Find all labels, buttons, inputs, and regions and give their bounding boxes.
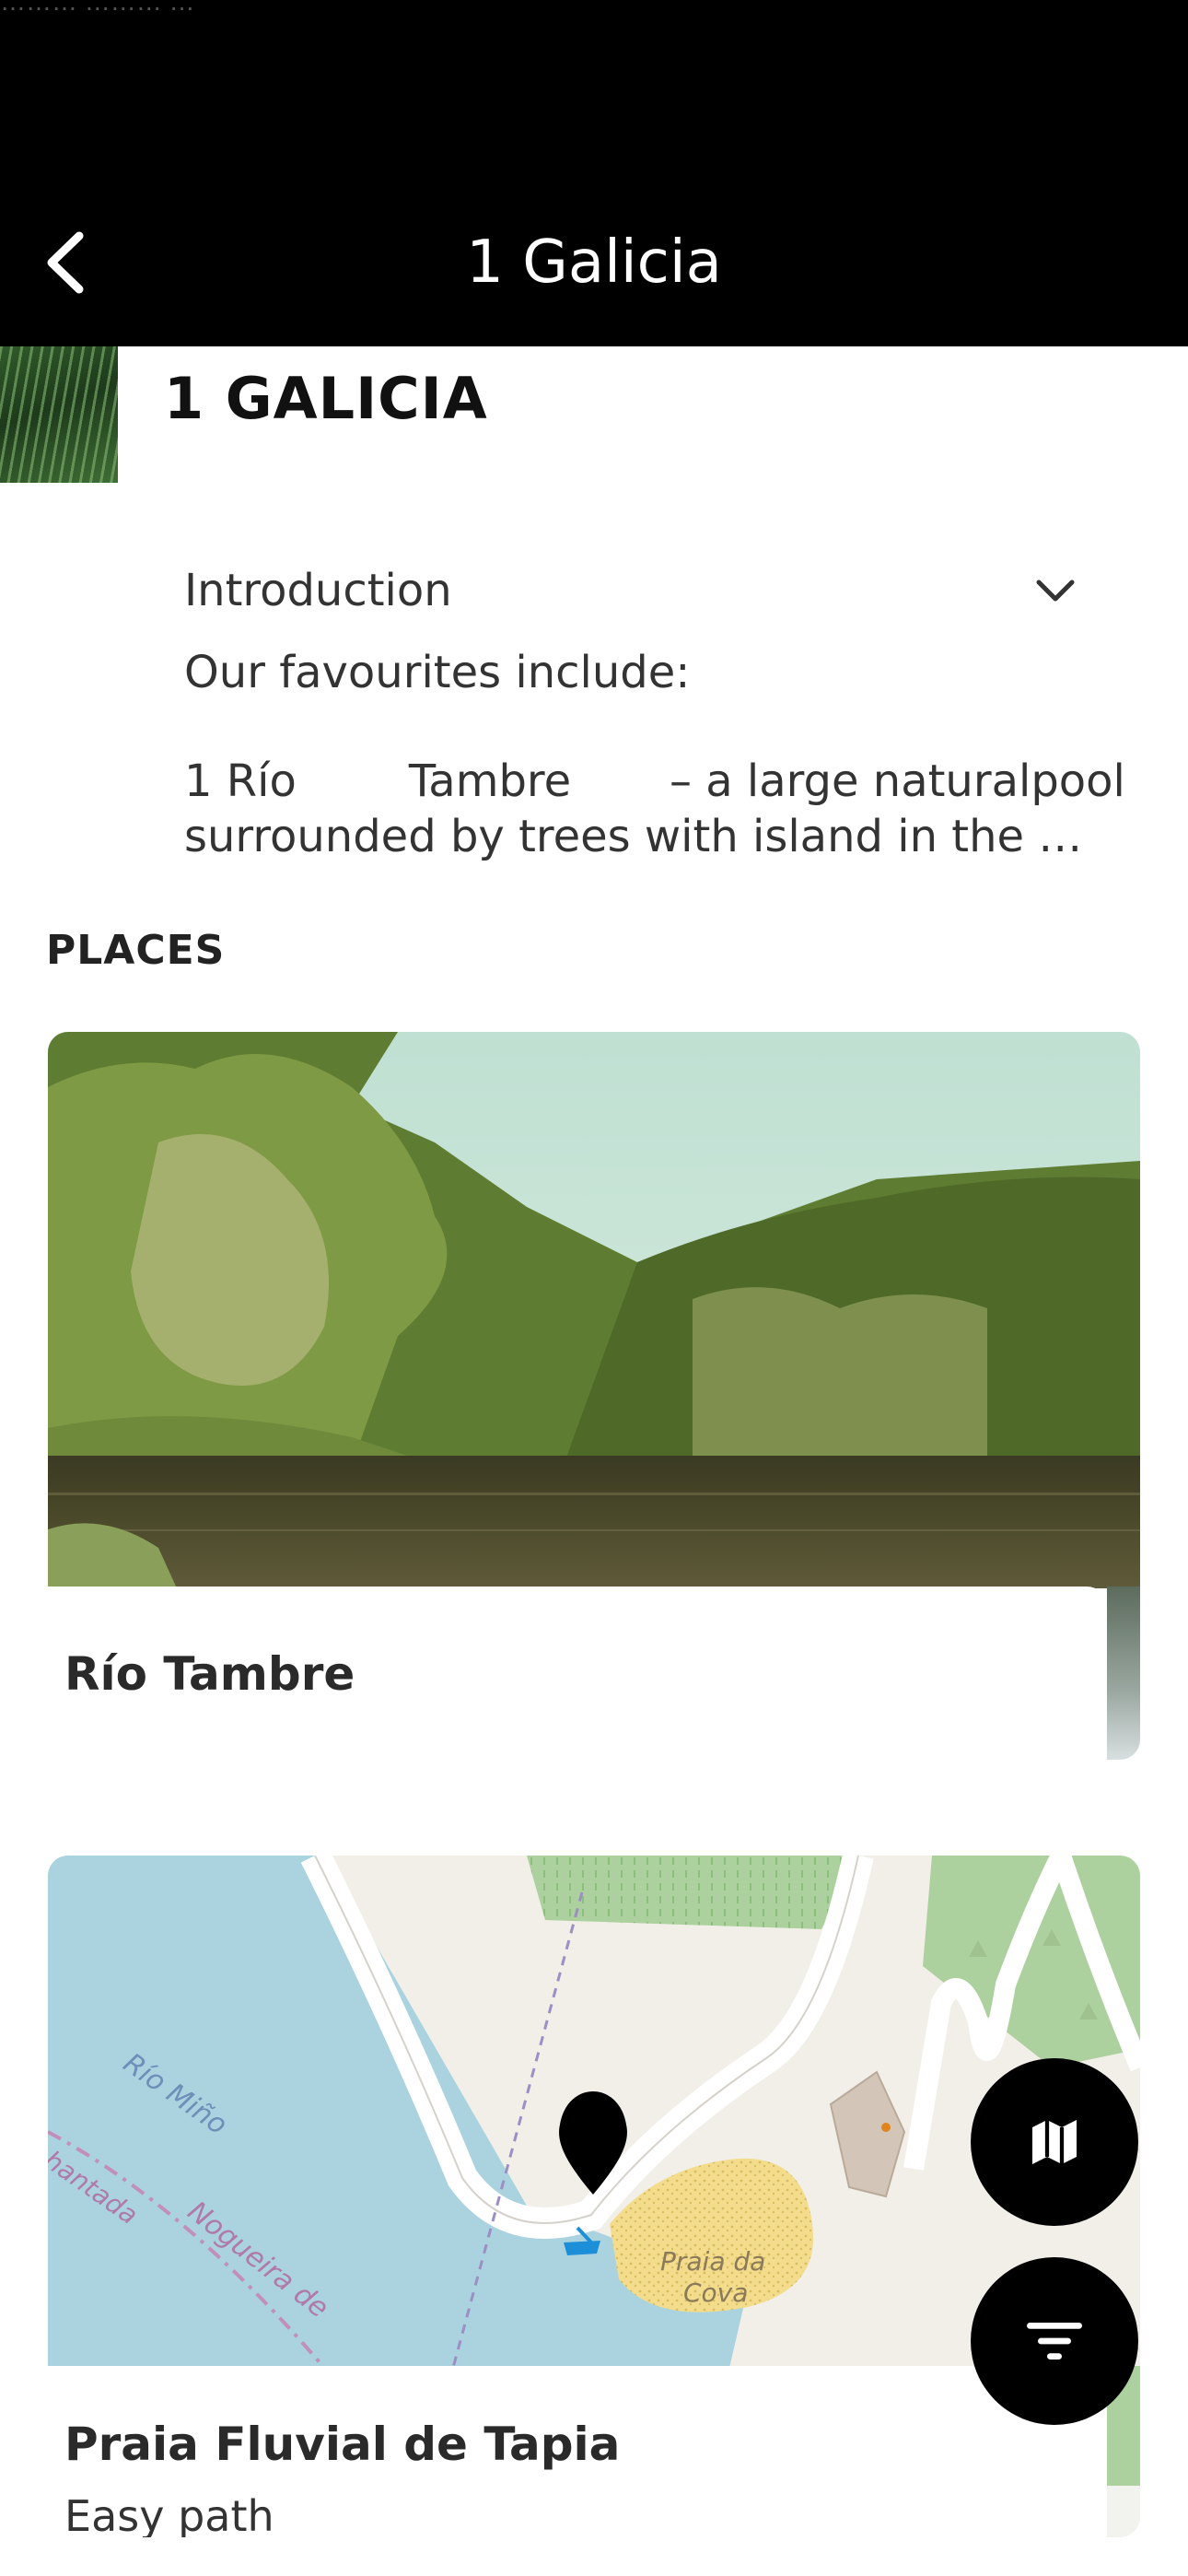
nav-title: 1 Galicia	[466, 228, 722, 297]
map-icon	[1032, 2120, 1077, 2164]
place-card-praia-fluvial-de-tapia[interactable]: Río Miño hantada Nogueira de Praia da Co…	[48, 1856, 1140, 2537]
header-thumbnail	[0, 346, 118, 483]
filter-button[interactable]	[971, 2257, 1138, 2425]
intro-line: Our favourites include:	[184, 647, 691, 698]
introduction-label: Introduction	[184, 565, 452, 616]
filter-icon	[1027, 2323, 1082, 2359]
photo-edge	[1107, 1587, 1140, 1760]
place-title: Río Tambre	[64, 1647, 355, 1701]
introduction-toggle[interactable]: Introduction	[184, 558, 1077, 623]
places-section-label: PLACES	[46, 927, 226, 974]
place-card-rio-tambre[interactable]: Río Tambre	[48, 1032, 1140, 1760]
place-photo	[48, 1032, 1140, 1588]
map-view-button[interactable]	[971, 2058, 1138, 2226]
place-subtitle: Easy path	[64, 2491, 274, 2537]
place-card-footer: Praia Fluvial de Tapia Easy path	[48, 2366, 1107, 2537]
intro-line: surrounded by trees with island in the …	[184, 811, 1083, 862]
page-heading: 1 GALICIA	[164, 365, 488, 432]
intro-line: 1 Río Tambre – a large naturalpool	[184, 755, 1125, 807]
top-app-bar: ……… ……… … 1 Galicia	[0, 0, 1188, 346]
introduction-text: Our favourites include: 1 Río Tambre – a…	[184, 645, 1125, 864]
status-bar-text: ……… ……… …	[0, 0, 195, 16]
map-label-beach: Cova	[683, 2277, 748, 2308]
chevron-down-icon	[1036, 580, 1075, 602]
map-label-beach: Praia da	[660, 2246, 765, 2277]
place-card-footer: Río Tambre	[48, 1587, 1107, 1760]
place-title: Praia Fluvial de Tapia	[64, 2418, 621, 2471]
